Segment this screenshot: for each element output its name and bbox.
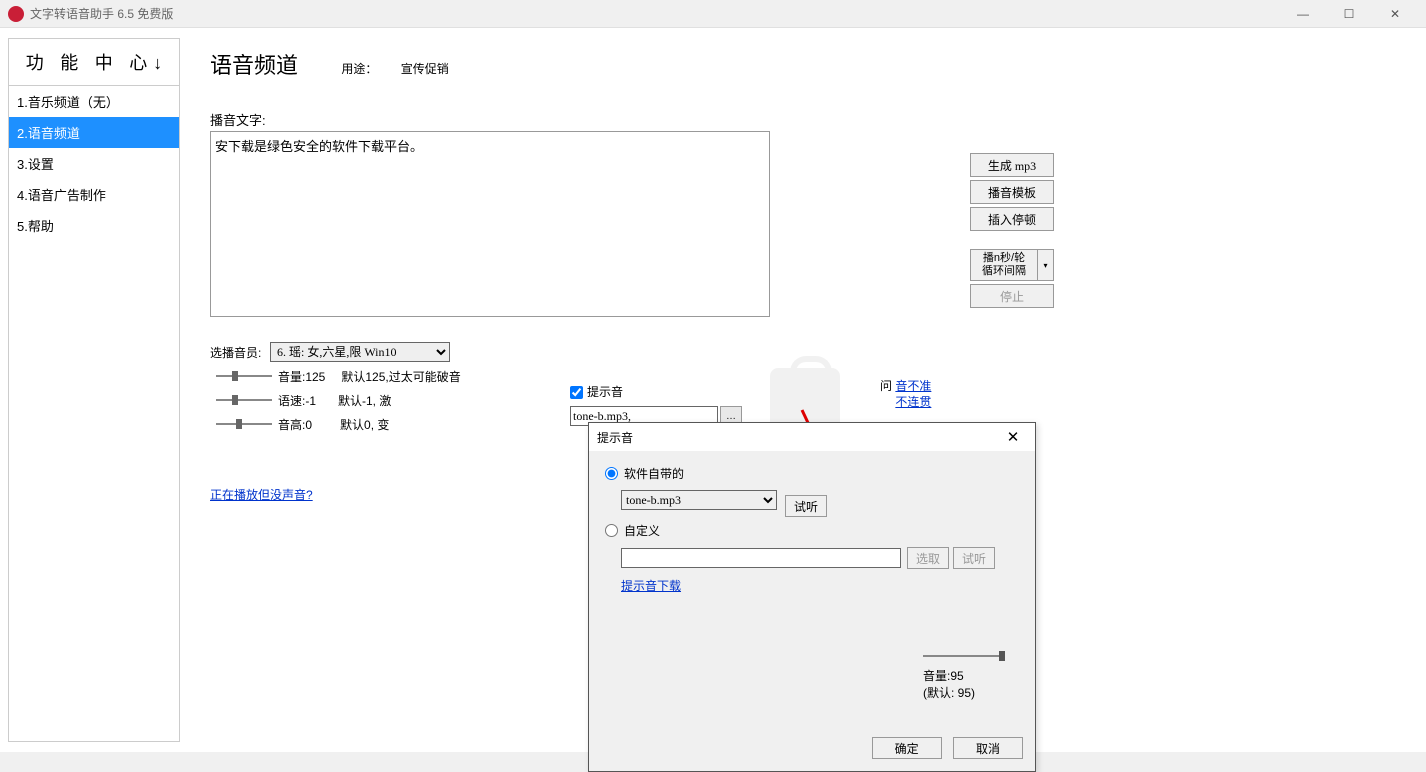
rate-hint: 默认-1, 激 [338,392,391,409]
rate-label: 语速:-1 [278,392,316,409]
dialog-volume-label: 音量:95 [923,667,1005,684]
faq-links: 问 音不准 答 不连贯 [880,378,931,410]
app-logo-icon [8,6,24,22]
pitch-hint: 默认0, 变 [340,416,389,433]
dialog-close-button[interactable]: ✕ [999,428,1027,446]
faq-inaccurate-link[interactable]: 音不准 [895,379,931,393]
dialog-title: 提示音 [597,429,633,446]
broadcast-textarea[interactable]: 安下载是绿色安全的软件下载平台。 [210,131,770,317]
pitch-label: 音高:0 [278,416,312,433]
tip-sound-checkbox[interactable] [570,386,583,399]
builtin-try-button[interactable]: 试听 [785,495,827,517]
custom-try-button[interactable]: 试听 [953,547,995,569]
loop-dropdown-icon[interactable]: ▾ [1038,249,1054,281]
announcer-label: 选播音员: [210,344,270,361]
sidebar-item-admaker[interactable]: 4.语音广告制作 [9,179,179,210]
dialog-volume-slider[interactable] [923,651,1005,661]
builtin-select[interactable]: tone-b.mp3 [621,490,777,510]
custom-radio[interactable] [605,524,618,537]
minimize-button[interactable]: — [1280,0,1326,28]
announcer-select[interactable]: 6. 瑶: 女,六星,限 Win10 [270,342,450,362]
sidebar: 功 能 中 心↓ 1.音乐频道（无） 2.语音频道 3.设置 4.语音广告制作 … [8,38,180,742]
no-sound-link[interactable]: 正在播放但没声音? [210,488,313,502]
stop-button[interactable]: 停止 [970,284,1054,308]
custom-file-input[interactable] [621,548,901,568]
volume-label: 音量:125 [278,368,325,385]
loop-button[interactable]: 播n秒/轮 循环间隔 [970,249,1038,281]
builtin-radio[interactable] [605,467,618,480]
template-button[interactable]: 播音模板 [970,180,1054,204]
pitch-slider[interactable] [216,418,272,430]
dialog-ok-button[interactable]: 确定 [872,737,942,759]
volume-hint: 默认125,过太可能破音 [341,368,460,385]
sidebar-item-voice[interactable]: 2.语音频道 [9,117,179,148]
close-button[interactable]: ✕ [1372,0,1418,28]
content: 语音频道 用途： 宣传促销 播音文字: 安下载是绿色安全的软件下载平台。 生成 … [180,28,1426,752]
download-tips-link[interactable]: 提示音下载 [621,579,681,593]
dialog-volume-default: (默认: 95) [923,684,1005,701]
page-title: 语音频道 [210,48,298,80]
insert-pause-button[interactable]: 插入停顿 [970,207,1054,231]
tip-sound-checkbox-label[interactable]: 提示音 [570,383,623,400]
faq-incoherent-link[interactable]: 不连贯 [895,395,931,409]
sidebar-item-help[interactable]: 5.帮助 [9,210,179,241]
sidebar-item-settings[interactable]: 3.设置 [9,148,179,179]
page-usage: 用途： 宣传促销 [341,62,448,76]
textarea-label: 播音文字: [210,110,1396,129]
maximize-button[interactable]: ☐ [1326,0,1372,28]
window-title: 文字转语音助手 6.5 免费版 [30,5,1280,22]
volume-slider[interactable] [216,370,272,382]
builtin-radio-label: 软件自带的 [624,465,684,482]
dialog-titlebar: 提示音 ✕ [589,423,1035,451]
chevron-down-icon: ↓ [153,53,162,73]
dialog-cancel-button[interactable]: 取消 [953,737,1023,759]
titlebar: 文字转语音助手 6.5 免费版 — ☐ ✕ [0,0,1426,28]
generate-mp3-button[interactable]: 生成 mp3 [970,153,1054,177]
sidebar-item-music[interactable]: 1.音乐频道（无） [9,86,179,117]
sidebar-header[interactable]: 功 能 中 心↓ [9,39,179,86]
tip-sound-dialog: 提示音 ✕ 软件自带的 tone-b.mp3 试听 自定义 选取 [588,422,1036,772]
side-buttons: 生成 mp3 播音模板 插入停顿 播n秒/轮 循环间隔 ▾ 停止 [970,153,1070,311]
custom-radio-label: 自定义 [624,522,660,539]
rate-slider[interactable] [216,394,272,406]
custom-pick-button[interactable]: 选取 [907,547,949,569]
